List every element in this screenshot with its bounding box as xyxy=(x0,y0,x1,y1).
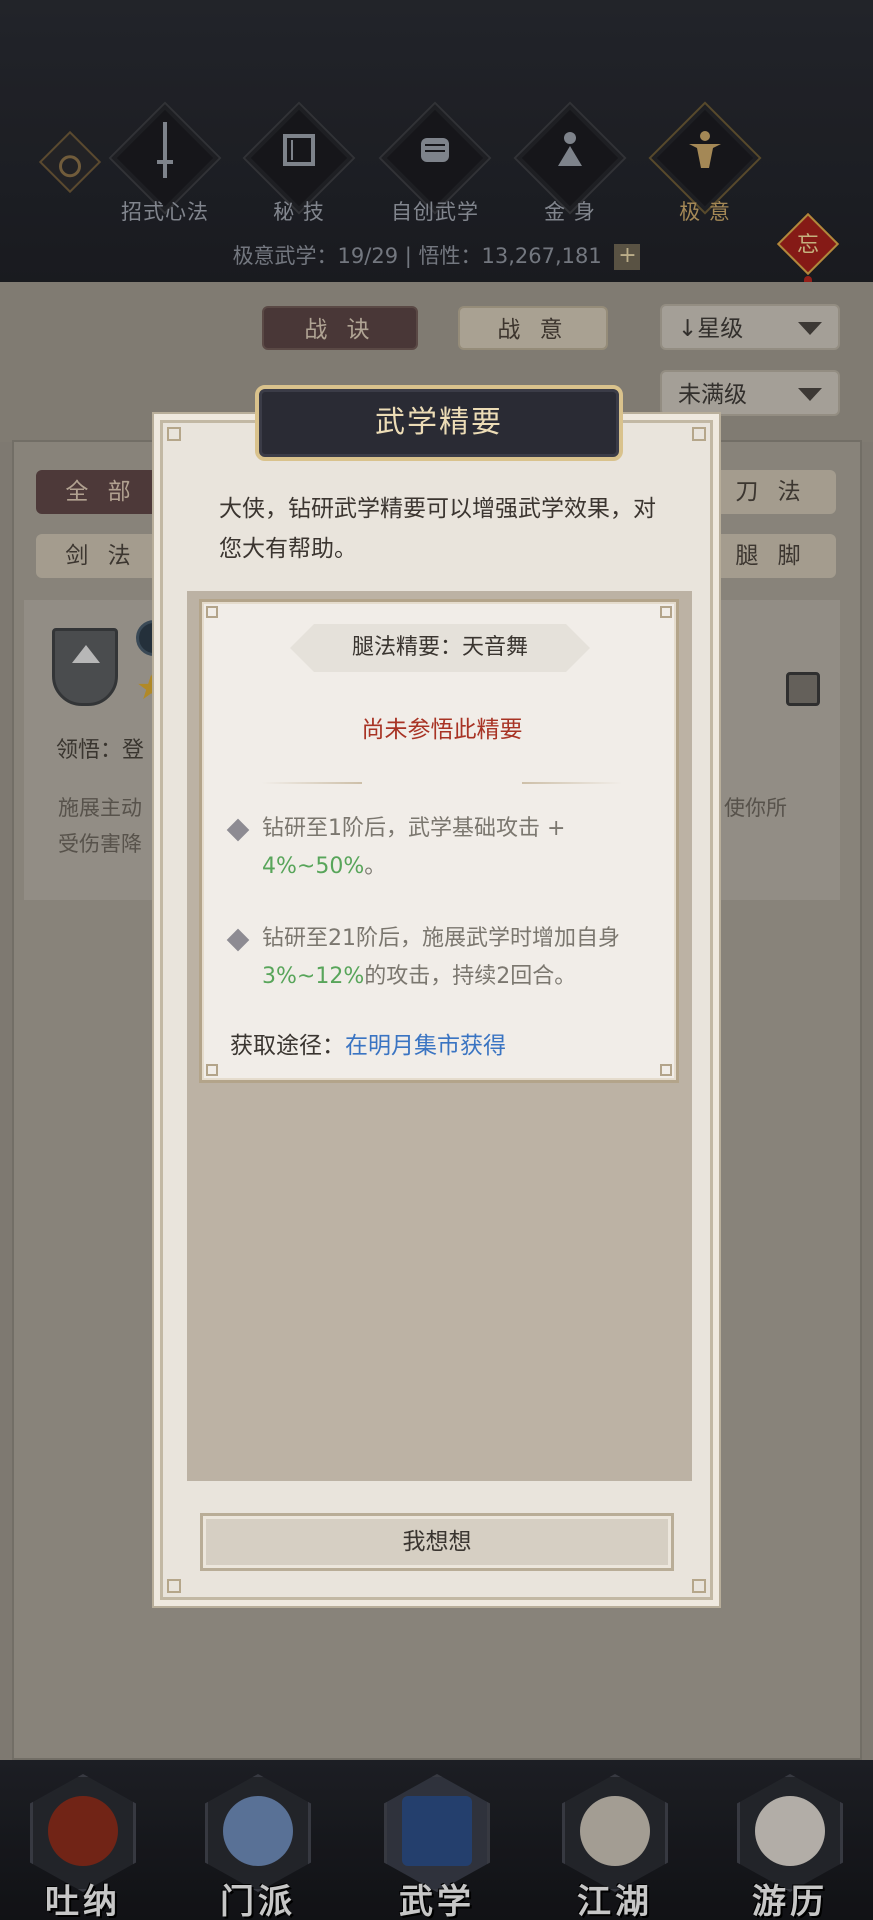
acquire-line: 获取途径：在明月集市获得 xyxy=(230,1026,506,1060)
status-text: 尚未参悟此精要 xyxy=(361,717,523,743)
effect-2: 钻研至21阶后，施展武学时增加自身 3%~12%的攻击，持续2回合。 xyxy=(262,920,662,996)
modal-intro: 大侠，钻研武学精要可以增强武学效果，对您大有帮助。 xyxy=(219,496,656,562)
effect-1-suffix: 。 xyxy=(364,854,387,879)
corner-ornament xyxy=(692,427,706,441)
corner-ornament xyxy=(206,606,218,618)
effect-2-suffix: 的攻击，持续2回合。 xyxy=(364,964,577,989)
diamond-bullet-icon xyxy=(226,928,250,952)
effect-1-text: 钻研至1阶后，武学基础攻击 + xyxy=(262,816,566,841)
corner-ornament xyxy=(660,606,672,618)
modal-title-banner: 武学精要 xyxy=(255,385,623,461)
corner-ornament xyxy=(167,1579,181,1593)
effect-2-value: 3%~12% xyxy=(262,964,365,989)
essence-name: 腿法精要：天音舞 xyxy=(351,635,528,660)
corner-ornament xyxy=(660,1064,672,1076)
think-button[interactable]: 我想想 xyxy=(200,1513,674,1571)
corner-ornament xyxy=(206,1064,218,1076)
corner-ornament xyxy=(692,1579,706,1593)
diamond-bullet-icon xyxy=(226,818,250,842)
effect-1: 钻研至1阶后，武学基础攻击 + 4%~50%。 xyxy=(262,810,662,886)
essence-modal: 武学精要 大侠，钻研武学精要可以增强武学效果，对您大有帮助。 腿法精要：天音舞 … xyxy=(160,385,713,1600)
essence-name-banner: 腿法精要：天音舞 xyxy=(290,624,590,672)
corner-ornament xyxy=(167,427,181,441)
acquire-link[interactable]: 在明月集市获得 xyxy=(345,1033,506,1059)
modal-title: 武学精要 xyxy=(375,405,503,440)
effect-2-text: 钻研至21阶后，施展武学时增加自身 xyxy=(262,926,620,951)
divider xyxy=(262,782,362,784)
divider xyxy=(522,782,622,784)
acquire-label: 获取途径： xyxy=(230,1033,345,1059)
effect-1-value: 4%~50% xyxy=(262,854,365,879)
essence-info-card: 腿法精要：天音舞 尚未参悟此精要 钻研至1阶后，武学基础攻击 + 4%~50%。… xyxy=(199,599,679,1083)
